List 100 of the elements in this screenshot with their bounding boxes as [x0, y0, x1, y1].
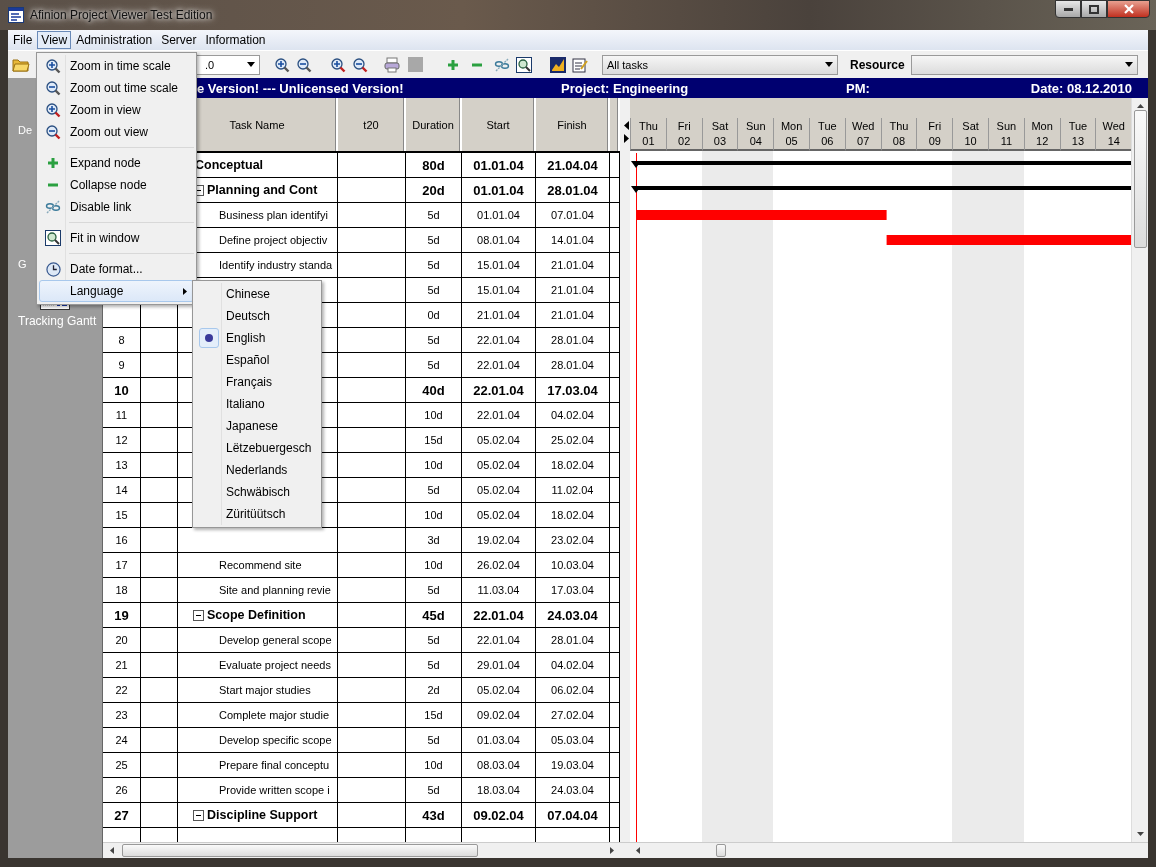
zoom-out-icon[interactable] — [45, 124, 61, 140]
start-date-cell: 21.01.04 — [462, 303, 536, 327]
row-number: 19 — [103, 603, 141, 627]
day-header: Mon 05 — [773, 118, 809, 151]
open-folder-icon[interactable] — [12, 56, 30, 73]
scroll-right-icon[interactable] — [610, 847, 614, 854]
finish-date-cell: 14.01.04 — [536, 228, 610, 252]
link-icon[interactable] — [494, 56, 510, 73]
minus-icon[interactable] — [471, 62, 483, 67]
finish-date-cell: 19.03.04 — [536, 753, 610, 777]
task-name: Planning and Cont — [207, 183, 318, 197]
scroll-up-icon[interactable] — [1136, 104, 1144, 108]
zoom-in-icon[interactable] — [274, 56, 290, 73]
menu-item[interactable]: Schwäbisch — [195, 481, 319, 503]
duration-cell: 5d — [406, 328, 462, 352]
scrollbar-thumb[interactable] — [1133, 110, 1147, 248]
zoom-out-icon[interactable] — [296, 56, 312, 73]
zoom-out-icon[interactable] — [45, 80, 61, 96]
start-date-cell: 05.02.04 — [462, 503, 536, 527]
plus-icon[interactable] — [447, 58, 459, 71]
close-button[interactable] — [1107, 0, 1150, 18]
column-header[interactable]: Start — [462, 98, 536, 151]
scrollbar-thumb[interactable] — [716, 844, 726, 857]
menu-item[interactable]: Server — [157, 31, 201, 49]
scroll-left-icon[interactable] — [636, 847, 640, 854]
minimize-button[interactable] — [1055, 0, 1081, 18]
menu-item[interactable]: Administration — [72, 31, 157, 49]
collapse-box-icon[interactable] — [193, 609, 204, 621]
finish-date-cell: 24.03.04 — [536, 778, 610, 802]
row-number: 16 — [103, 528, 141, 552]
menu-item[interactable]: Français — [195, 371, 319, 393]
resource-label: Resource — [850, 57, 905, 72]
menu-item[interactable]: Collapse node — [39, 174, 194, 196]
resource-combo[interactable] — [910, 54, 1138, 75]
duration-cell: 10d — [406, 753, 462, 777]
menu-item[interactable]: Zoom out time scale — [39, 77, 194, 99]
day-header: Fri 02 — [665, 118, 702, 151]
maximize-button[interactable] — [1081, 0, 1107, 18]
task-name: Business plan identifyi — [219, 209, 328, 221]
duration-cell: 10d — [406, 453, 462, 477]
zoom-in-icon[interactable] — [45, 58, 61, 74]
expand-arrow-icon[interactable] — [624, 134, 629, 143]
column-header[interactable]: Finish — [536, 98, 610, 151]
column-header[interactable]: t20 — [338, 98, 406, 151]
notepad-icon[interactable] — [572, 56, 588, 73]
dropdown-arrow-icon — [825, 62, 833, 67]
finish-date-cell: 07.01.04 — [536, 203, 610, 227]
fit-window-icon[interactable] — [516, 56, 532, 73]
row-number: 24 — [103, 728, 141, 752]
close-icon — [1123, 4, 1134, 14]
day-header: Tue 13 — [1059, 118, 1096, 151]
duration-cell: 5d — [406, 203, 462, 227]
finish-date-cell: 18.02.04 — [536, 503, 610, 527]
project-name: Project: Engineering — [561, 80, 690, 96]
zoom-out-icon[interactable] — [352, 56, 368, 73]
menu-item[interactable]: View — [37, 31, 72, 49]
menu-item[interactable]: Nederlands — [195, 459, 319, 481]
menu-item[interactable]: Fit in window — [39, 227, 194, 249]
start-date-cell: 05.02.04 — [462, 678, 536, 702]
task-filter-combo[interactable]: All tasks — [602, 54, 838, 75]
task-name: Recommend site — [219, 559, 302, 571]
zoom-in-icon[interactable] — [45, 102, 61, 118]
menu-item[interactable]: Japanese — [195, 415, 319, 437]
start-date-cell: 01.03.04 — [462, 728, 536, 752]
day-header: Thu 08 — [880, 118, 917, 151]
menu-item[interactable]: Expand node — [39, 152, 194, 174]
menu-item[interactable]: Language — [39, 280, 194, 302]
menu-item[interactable]: Español — [195, 349, 319, 371]
menu-item[interactable]: Züritüütsch — [195, 503, 319, 525]
finish-date-cell: 17.03.04 — [536, 578, 610, 602]
start-date-cell: 26.02.04 — [462, 553, 536, 577]
finish-date-cell: 23.02.04 — [536, 528, 610, 552]
start-date-cell: 05.02.04 — [462, 428, 536, 452]
duration-cell: 5d — [406, 478, 462, 502]
scroll-left-icon[interactable] — [110, 847, 114, 854]
finish-date-cell: 25.02.04 — [536, 428, 610, 452]
menu-item[interactable]: Chinese — [195, 283, 319, 305]
menu-item[interactable]: Information — [201, 31, 270, 49]
menu-item[interactable]: File — [9, 31, 37, 49]
collapse-box-icon[interactable] — [193, 809, 204, 821]
chart-icon[interactable] — [550, 56, 566, 73]
collapse-arrow-icon[interactable] — [624, 121, 629, 130]
row-number: 26 — [103, 778, 141, 802]
zoom-in-icon[interactable] — [330, 56, 346, 73]
task-name: Provide written scope i — [219, 784, 330, 796]
duration-cell: 5d — [406, 353, 462, 377]
finish-date-cell: 04.02.04 — [536, 653, 610, 677]
scroll-down-icon[interactable] — [1136, 832, 1144, 836]
task-name: Prepare final conceptu — [219, 759, 330, 771]
menu-item[interactable]: English — [195, 327, 319, 349]
column-header[interactable]: Duration — [406, 98, 462, 151]
printer-icon[interactable] — [384, 56, 400, 73]
duration-cell: 10d — [406, 503, 462, 527]
menu-item[interactable]: Italiano — [195, 393, 319, 415]
menu-item[interactable]: Lëtzebuergesch — [195, 437, 319, 459]
menu-item[interactable]: Deutsch — [195, 305, 319, 327]
scrollbar-thumb[interactable] — [122, 844, 478, 857]
menu-item[interactable]: Disable link — [39, 196, 194, 218]
menu-item[interactable]: Date format... — [39, 258, 194, 280]
duration-cell: 0d — [406, 303, 462, 327]
